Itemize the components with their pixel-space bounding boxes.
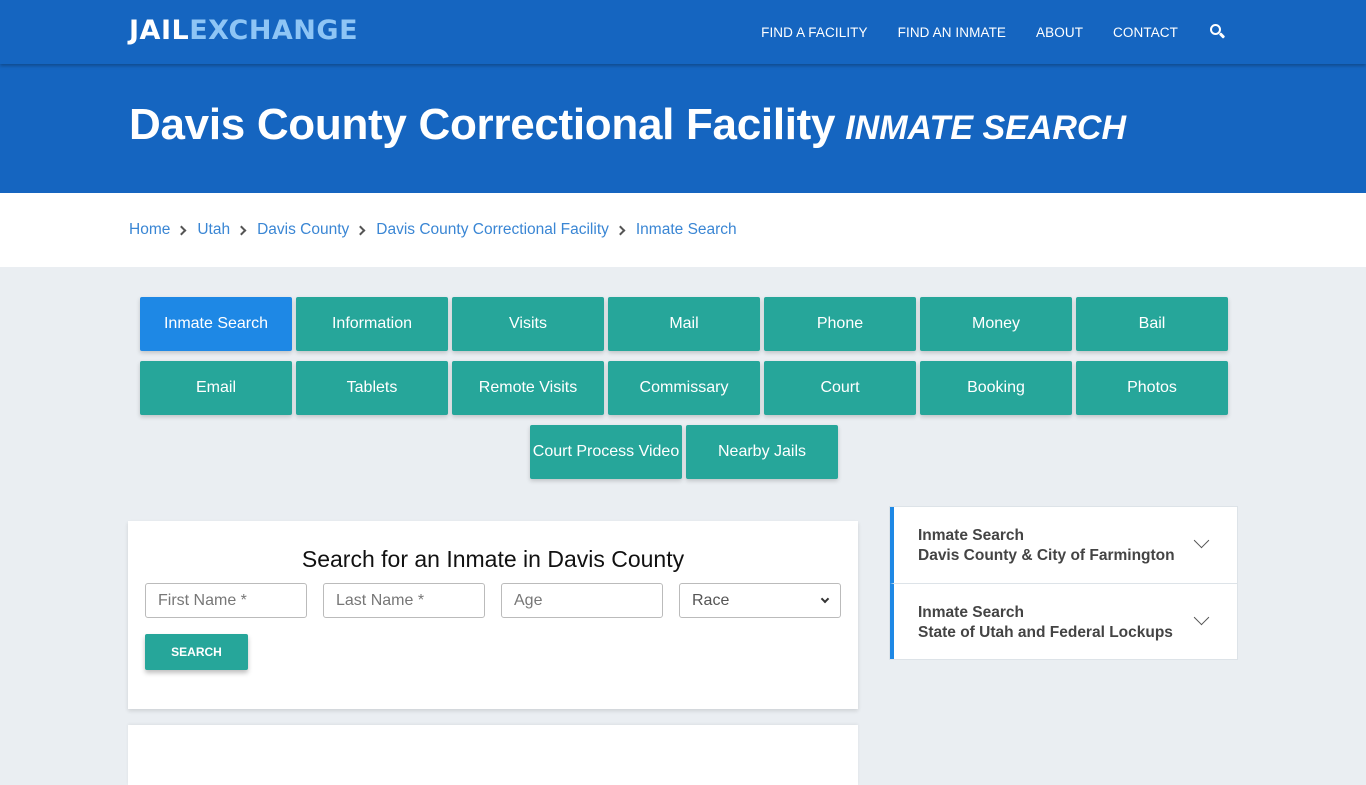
button-row: Email Tablets Remote Visits Commissary C… — [139, 361, 1229, 415]
chevron-down-icon — [1193, 532, 1210, 549]
page-title: Davis County Correctional Facility INMATE… — [129, 100, 1126, 150]
breadcrumb-inmate-search[interactable]: Inmate Search — [636, 221, 737, 239]
accordion-title: Inmate Search Davis County & City of Far… — [918, 526, 1175, 566]
content-card — [128, 725, 858, 785]
breadcrumb-utah[interactable]: Utah — [197, 221, 230, 239]
accordion-davis-county[interactable]: Inmate Search Davis County & City of Far… — [890, 507, 1237, 583]
tile-booking[interactable]: Booking — [920, 361, 1072, 415]
logo-part-jail: JAIL — [129, 15, 190, 46]
nav-find-an-inmate[interactable]: FIND AN INMATE — [898, 25, 1006, 40]
last-name-input[interactable] — [323, 583, 485, 618]
tile-photos[interactable]: Photos — [1076, 361, 1228, 415]
accordion-title: Inmate Search State of Utah and Federal … — [918, 603, 1173, 643]
search-heading: Search for an Inmate in Davis County — [301, 546, 685, 572]
accordion-line2: Davis County & City of Farmington — [918, 547, 1175, 564]
tile-court-process-video[interactable]: Court Process Video — [530, 425, 682, 479]
tile-mail[interactable]: Mail — [608, 297, 760, 351]
breadcrumb-home[interactable]: Home — [129, 221, 170, 239]
accordion-state-federal[interactable]: Inmate Search State of Utah and Federal … — [890, 583, 1237, 659]
inmate-search-card: Search for an Inmate in Davis County Rac… — [128, 521, 858, 709]
age-input[interactable] — [501, 583, 663, 618]
tile-inmate-search[interactable]: Inmate Search — [140, 297, 292, 351]
tile-tablets[interactable]: Tablets — [296, 361, 448, 415]
top-navbar: JAILEXCHANGE FIND A FACILITY FIND AN INM… — [0, 0, 1366, 64]
page-subtitle: INMATE SEARCH — [845, 109, 1127, 147]
search-icon[interactable] — [1210, 24, 1226, 40]
chevron-right-icon — [355, 225, 366, 235]
tile-court[interactable]: Court — [764, 361, 916, 415]
chevron-right-icon — [176, 225, 187, 235]
facility-name: Davis County Correctional Facility — [129, 100, 836, 149]
tile-commissary[interactable]: Commissary — [608, 361, 760, 415]
accordion-line2: State of Utah and Federal Lockups — [918, 624, 1173, 641]
tile-nearby-jails[interactable]: Nearby Jails — [686, 425, 838, 479]
site-logo[interactable]: JAILEXCHANGE — [129, 15, 358, 46]
chevron-right-icon — [236, 225, 247, 235]
tile-email[interactable]: Email — [140, 361, 292, 415]
chevron-right-icon — [615, 225, 626, 235]
tile-phone[interactable]: Phone — [764, 297, 916, 351]
nav-about[interactable]: ABOUT — [1036, 25, 1083, 40]
chevron-down-icon — [820, 594, 830, 604]
nav-find-a-facility[interactable]: FIND A FACILITY — [761, 25, 868, 40]
facility-section-buttons: Inmate Search Information Visits Mail Ph… — [139, 297, 1229, 489]
search-button[interactable]: SEARCH — [145, 634, 248, 670]
chevron-down-icon — [1193, 609, 1210, 626]
page-hero: Davis County Correctional Facility INMATE… — [0, 64, 1366, 193]
tile-visits[interactable]: Visits — [452, 297, 604, 351]
search-fields: Race — [128, 583, 858, 618]
sidebar-accordion: Inmate Search Davis County & City of Far… — [889, 506, 1238, 660]
logo-part-exchange: EXCHANGE — [189, 15, 359, 46]
accordion-line1: Inmate Search — [918, 604, 1024, 621]
tile-remote-visits[interactable]: Remote Visits — [452, 361, 604, 415]
breadcrumb-davis-county[interactable]: Davis County — [257, 221, 349, 239]
breadcrumb: Home Utah Davis County Davis County Corr… — [0, 193, 1366, 267]
race-select-value: Race — [692, 591, 730, 609]
accordion-line1: Inmate Search — [918, 527, 1024, 544]
tile-money[interactable]: Money — [920, 297, 1072, 351]
nav-contact[interactable]: CONTACT — [1113, 25, 1178, 40]
first-name-input[interactable] — [145, 583, 307, 618]
race-select[interactable]: Race — [679, 583, 841, 618]
breadcrumb-facility[interactable]: Davis County Correctional Facility — [376, 221, 609, 239]
tile-bail[interactable]: Bail — [1076, 297, 1228, 351]
button-row: Inmate Search Information Visits Mail Ph… — [139, 297, 1229, 351]
button-row: Court Process Video Nearby Jails — [139, 425, 1229, 479]
tile-information[interactable]: Information — [296, 297, 448, 351]
main-nav: FIND A FACILITY FIND AN INMATE ABOUT CON… — [731, 0, 1226, 64]
